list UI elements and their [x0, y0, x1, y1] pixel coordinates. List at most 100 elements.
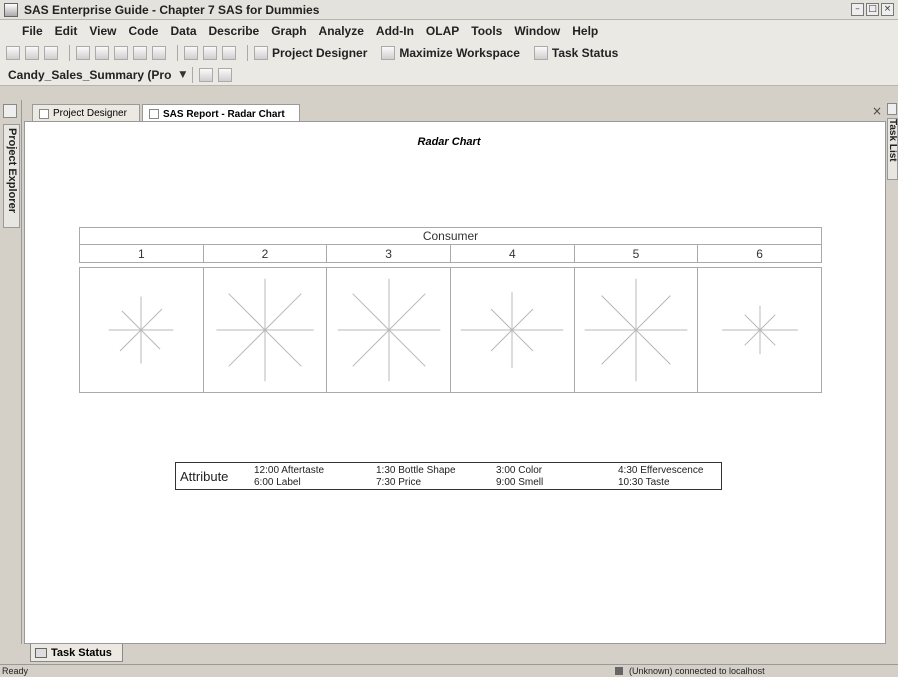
menu-code[interactable]: Code [128, 24, 158, 38]
task-status-icon [533, 46, 548, 60]
stop-icon[interactable] [218, 67, 233, 82]
pin-icon[interactable] [887, 103, 897, 115]
column-header: 3 [326, 244, 451, 263]
menu-analyze[interactable]: Analyze [319, 24, 364, 38]
radar-axis-spoke [264, 293, 302, 331]
menu-graph[interactable]: Graph [271, 24, 306, 38]
chevron-down-icon[interactable]: ▼ [179, 70, 186, 80]
main-toolbar: Project Designer Maximize Workspace Task… [0, 42, 898, 64]
task-status-button[interactable]: Task Status [533, 46, 618, 60]
column-header: 6 [697, 244, 822, 263]
radar-axis-spoke [635, 329, 671, 365]
menu-window[interactable]: Window [514, 24, 560, 38]
task-status-icon [35, 647, 47, 658]
menu-help[interactable]: Help [572, 24, 598, 38]
pin-icon[interactable] [3, 104, 17, 118]
project-designer-label: Project Designer [272, 46, 368, 60]
radar-cell [449, 267, 575, 393]
legend-title: Attribute [180, 469, 229, 484]
radar-axis-spoke [140, 308, 163, 331]
dataset-toolbar: Candy_Sales_Summary (Pro ▼ [0, 64, 898, 86]
right-dock: Task List [886, 100, 898, 644]
legend-item: 10:30 Taste [618, 477, 670, 488]
project-designer-button[interactable]: Project Designer [254, 46, 367, 60]
copy-icon[interactable] [114, 46, 128, 60]
menu-describe[interactable]: Describe [209, 24, 260, 38]
attribute-legend: Attribute 12:00 Aftertaste 1:30 Bottle S… [175, 462, 722, 490]
radar-cell [326, 267, 451, 393]
menu-edit[interactable]: Edit [55, 24, 78, 38]
print-icon[interactable] [76, 46, 90, 60]
radar-axis-spoke [601, 295, 637, 331]
legend-item: 1:30 Bottle Shape [376, 465, 456, 476]
undo-icon[interactable] [184, 46, 198, 60]
radar-axis-spoke [119, 329, 142, 352]
project-explorer-label: Project Explorer [6, 128, 18, 213]
minimize-button[interactable]: – [851, 3, 864, 16]
radar-cell [202, 267, 328, 393]
radar-axis-spoke [759, 314, 776, 331]
connection-text: (Unknown) connected to localhost [629, 666, 765, 676]
task-status-tab[interactable]: Task Status [30, 644, 123, 662]
new-icon[interactable] [6, 46, 20, 60]
legend-item: 4:30 Effervescence [618, 465, 704, 476]
radar-chart [584, 278, 688, 382]
project-designer-icon [39, 108, 49, 119]
open-icon[interactable] [25, 46, 39, 60]
refresh-icon[interactable] [222, 46, 236, 60]
toolbar-separator [247, 45, 248, 61]
maximize-workspace-icon [381, 46, 396, 60]
radar-cell [573, 267, 699, 393]
radar-axis-spoke [759, 329, 776, 346]
status-bar: Ready (Unknown) connected to localhost [0, 664, 898, 677]
tab-project-designer[interactable]: Project Designer [32, 104, 140, 122]
menu-bar: File Edit View Code Data Describe Graph … [0, 20, 898, 42]
redo-icon[interactable] [203, 46, 217, 60]
add-to-project-icon[interactable] [44, 46, 58, 60]
toolbar-separator [69, 45, 70, 61]
close-button[interactable]: × [881, 3, 894, 16]
radar-axis-spoke [264, 329, 302, 367]
sas-app-icon[interactable] [4, 2, 18, 17]
tab-label: SAS Report - Radar Chart [163, 108, 285, 120]
menu-tools[interactable]: Tools [471, 24, 502, 38]
menu-olap[interactable]: OLAP [426, 24, 459, 38]
maximize-button[interactable]: □ [866, 3, 879, 16]
window-title: SAS Enterprise Guide - Chapter 7 SAS for… [24, 2, 320, 17]
legend-item: 7:30 Price [376, 477, 422, 488]
cut-icon[interactable] [95, 46, 109, 60]
report-title: Radar Chart [417, 136, 481, 148]
document-tabstrip: Project Designer SAS Report - Radar Char… [24, 102, 886, 123]
radar-chart [108, 296, 174, 364]
menu-file[interactable]: File [22, 24, 43, 38]
maximize-workspace-label: Maximize Workspace [399, 46, 520, 60]
radar-axis-spoke [635, 295, 671, 331]
radar-axis-spoke [121, 310, 142, 331]
run-icon[interactable] [199, 67, 214, 82]
task-status-tab-label: Task Status [51, 646, 112, 659]
radar-axis-spoke [601, 329, 637, 365]
delete-icon[interactable] [152, 46, 166, 60]
left-dock: Project Explorer [0, 100, 22, 644]
radar-axis-spoke [490, 308, 513, 331]
column-header: 5 [573, 244, 699, 263]
close-icon[interactable]: × [872, 104, 882, 118]
legend-item: 12:00 Aftertaste [254, 465, 325, 476]
radar-panel-grid: Consumer 1 2 3 4 5 6 [79, 227, 822, 393]
paste-icon[interactable] [133, 46, 147, 60]
maximize-workspace-button[interactable]: Maximize Workspace [381, 46, 520, 60]
connection-status: (Unknown) connected to localhost [615, 666, 765, 676]
radar-axis-spoke [511, 308, 534, 331]
radar-axis-spoke [140, 329, 161, 350]
menu-add-in[interactable]: Add-In [376, 24, 414, 38]
menu-data[interactable]: Data [170, 24, 196, 38]
radar-chart [721, 305, 798, 355]
menu-view[interactable]: View [89, 24, 116, 38]
dataset-combo[interactable]: Candy_Sales_Summary (Pro [8, 68, 171, 82]
radar-axis-spoke [743, 329, 760, 346]
radar-cell [697, 267, 822, 393]
task-list-label: Task List [887, 119, 898, 162]
radar-chart [337, 278, 440, 382]
project-explorer-tab[interactable]: Project Explorer [3, 124, 20, 228]
task-list-tab[interactable]: Task List [887, 118, 898, 180]
